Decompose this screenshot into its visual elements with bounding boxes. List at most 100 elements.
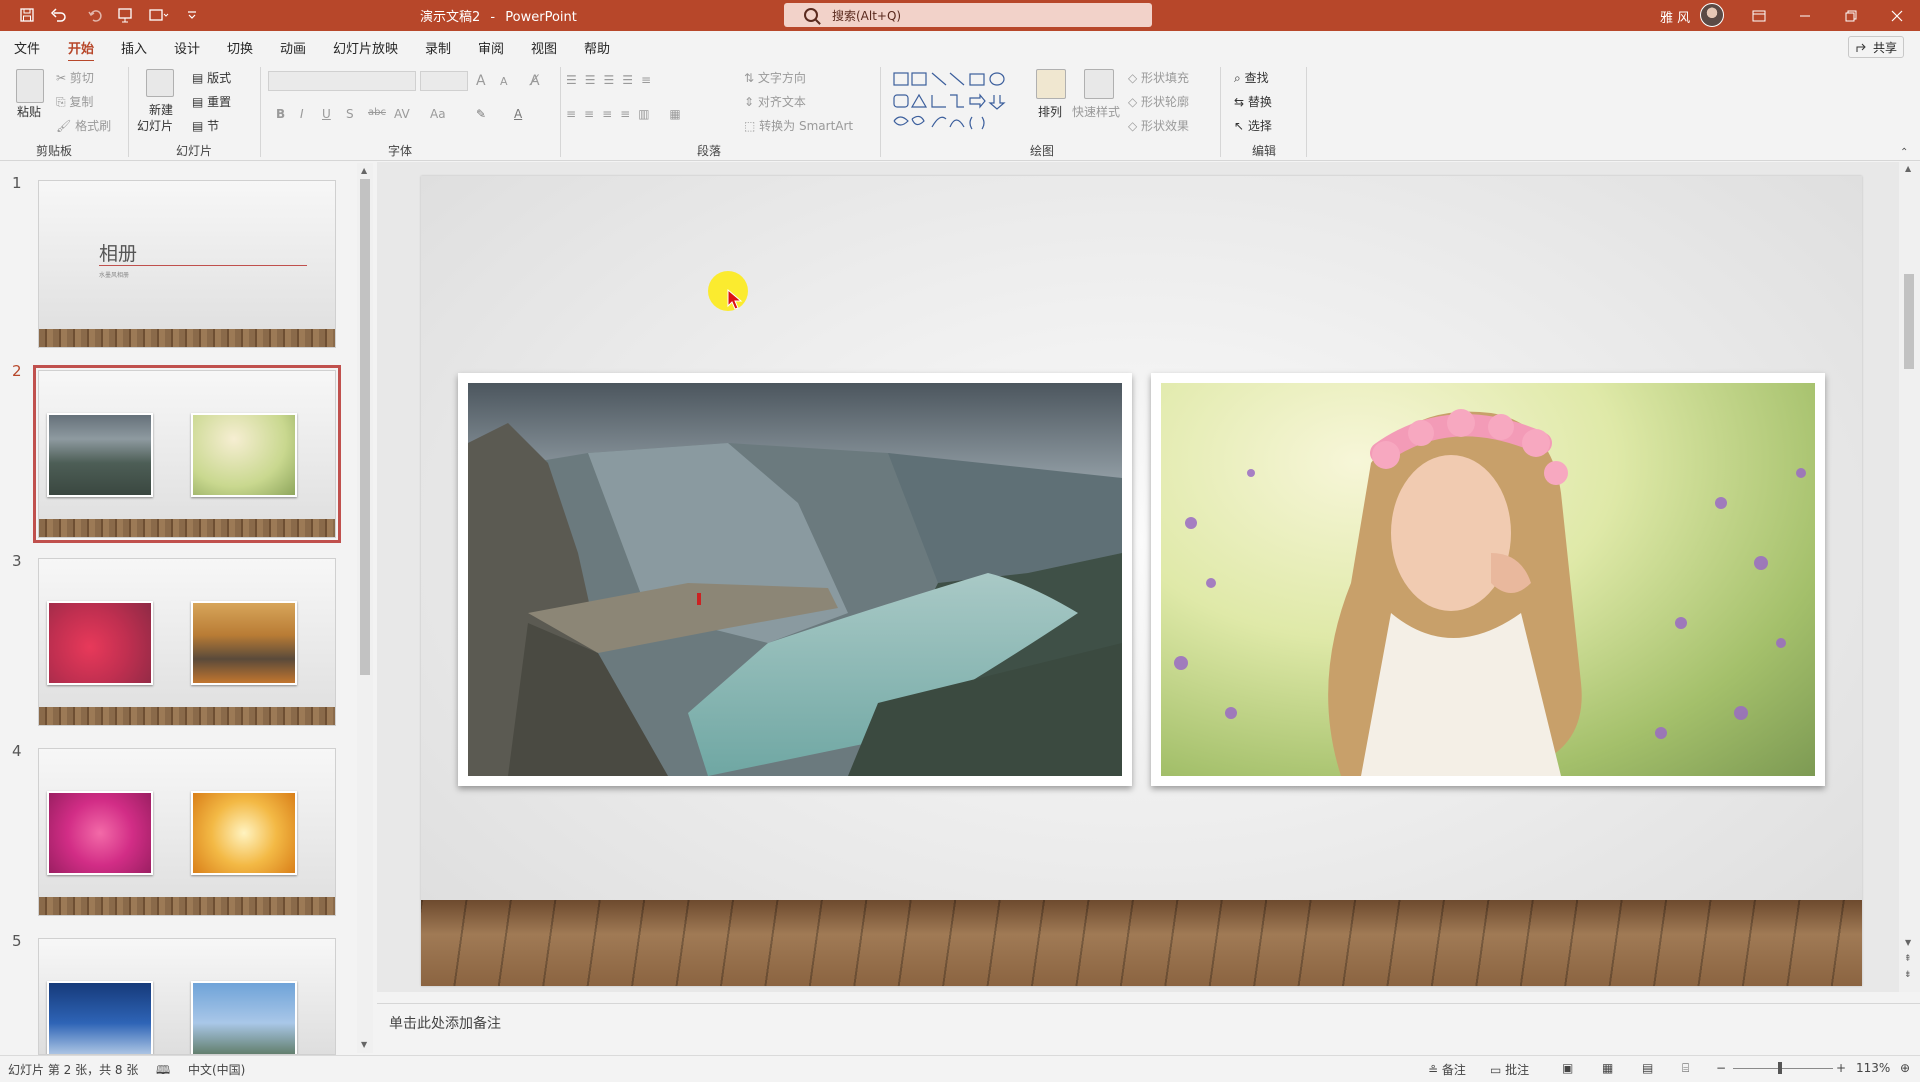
tab-record[interactable]: 录制 xyxy=(425,38,451,57)
text-direction-button[interactable]: ⇅ 文字方向 xyxy=(744,69,806,86)
cut-button[interactable]: ✂ 剪切 xyxy=(56,69,94,86)
collapse-ribbon-icon[interactable]: ⌃ xyxy=(1900,147,1908,158)
font-size-select[interactable] xyxy=(420,71,468,91)
new-slide-icon[interactable] xyxy=(146,69,174,97)
change-case-button[interactable]: Aa xyxy=(430,107,446,121)
font-color-icon[interactable]: A xyxy=(514,107,522,121)
slide-thumbnail-5[interactable] xyxy=(38,938,336,1055)
list-buttons[interactable]: ☰☰☰☰≡ xyxy=(566,73,659,87)
highlight-color-icon[interactable]: ✎ xyxy=(476,107,486,121)
ribbon-display-options-icon[interactable] xyxy=(1736,0,1782,31)
current-slide[interactable] xyxy=(421,176,1862,986)
photo-cliff[interactable] xyxy=(468,383,1122,776)
text-shadow-button[interactable]: S xyxy=(346,107,354,121)
tab-transitions[interactable]: 切换 xyxy=(227,38,253,57)
customize-toolbar-icon[interactable] xyxy=(182,4,202,26)
shape-effects-button[interactable]: ◇ 形状效果 xyxy=(1128,117,1189,134)
tab-file[interactable]: 文件 xyxy=(14,38,40,57)
shapes-gallery[interactable] xyxy=(890,69,1028,135)
restore-icon[interactable] xyxy=(1828,0,1874,31)
fit-to-window-icon[interactable]: ⊕ xyxy=(1900,1061,1910,1075)
align-text-button[interactable]: ⇕ 对齐文本 xyxy=(744,93,806,110)
spell-check-icon[interactable]: 🕮 xyxy=(156,1061,170,1082)
save-icon[interactable] xyxy=(14,4,40,26)
avatar[interactable] xyxy=(1700,3,1724,27)
tab-design[interactable]: 设计 xyxy=(174,38,200,57)
tab-slideshow[interactable]: 幻灯片放映 xyxy=(333,38,398,57)
next-slide-icon[interactable]: ⇟ xyxy=(1904,970,1912,980)
language-indicator[interactable]: 中文(中国) xyxy=(188,1061,245,1078)
touch-mode-icon[interactable] xyxy=(142,4,176,26)
photo-girl-flowers[interactable] xyxy=(1161,383,1815,776)
slide-thumbnail-3[interactable] xyxy=(38,558,336,726)
comments-button[interactable]: ▭ 批注 xyxy=(1490,1061,1529,1078)
scroll-up-icon[interactable]: ▲ xyxy=(361,166,367,175)
character-spacing-button[interactable]: AV xyxy=(394,107,410,121)
minimize-icon[interactable] xyxy=(1782,0,1828,31)
reading-view-icon[interactable]: ▤ xyxy=(1642,1061,1653,1075)
section-button[interactable]: ▤ 节 xyxy=(192,117,219,134)
slideshow-view-icon[interactable]: ⌸ xyxy=(1682,1061,1689,1076)
copy-button[interactable]: ⎘ 复制 xyxy=(56,93,93,110)
italic-button[interactable]: I xyxy=(300,107,304,121)
search-input[interactable]: 搜索(Alt+Q) xyxy=(784,3,1152,27)
redo-icon[interactable] xyxy=(82,4,108,26)
present-from-start-icon[interactable] xyxy=(112,4,138,26)
thumbnail-scrollbar[interactable]: ▲ ▼ xyxy=(357,163,373,1053)
arrange-icon[interactable] xyxy=(1036,69,1066,99)
tab-animations[interactable]: 动画 xyxy=(280,38,306,57)
zoom-out-icon[interactable]: − xyxy=(1716,1061,1726,1075)
notes-pane[interactable]: 单击此处添加备注 xyxy=(377,1003,1920,1055)
format-painter-button[interactable]: 🖌 格式刷 xyxy=(56,117,111,134)
new-slide-button[interactable]: 新建 xyxy=(149,101,173,118)
paste-icon[interactable] xyxy=(16,69,44,103)
find-button[interactable]: ⌕ 查找 xyxy=(1234,69,1269,86)
user-name[interactable]: 雅 风 xyxy=(1660,7,1690,26)
alignment-buttons[interactable]: ≡≡≡≡▥ ▦ xyxy=(566,107,689,121)
tab-home[interactable]: 开始 xyxy=(68,38,95,63)
shape-fill-button[interactable]: ◇ 形状填充 xyxy=(1128,69,1189,86)
zoom-in-icon[interactable]: + xyxy=(1836,1061,1846,1075)
scroll-down-icon[interactable]: ▼ xyxy=(361,1040,367,1049)
underline-button[interactable]: U xyxy=(322,107,331,121)
zoom-level[interactable]: 113% xyxy=(1856,1061,1890,1075)
grow-font-button[interactable]: A xyxy=(476,73,486,89)
scroll-down-icon[interactable]: ▼ xyxy=(1905,938,1911,947)
tab-insert[interactable]: 插入 xyxy=(121,38,147,57)
tab-help[interactable]: 帮助 xyxy=(584,38,610,57)
replace-button[interactable]: ⇆ 替换 xyxy=(1234,93,1272,110)
reset-button[interactable]: ▤ 重置 xyxy=(192,93,231,110)
previous-slide-icon[interactable]: ⇞ xyxy=(1904,954,1912,964)
tab-view[interactable]: 视图 xyxy=(531,38,557,57)
scroll-up-icon[interactable]: ▲ xyxy=(1905,164,1911,173)
arrange-button[interactable]: 排列 xyxy=(1038,103,1062,120)
slide-sorter-icon[interactable]: ▦ xyxy=(1602,1061,1613,1075)
quick-styles-icon[interactable] xyxy=(1084,69,1114,99)
zoom-slider[interactable] xyxy=(1733,1068,1833,1069)
editor-scrollbar[interactable]: ▲ ▼ ⇞ ⇟ xyxy=(1899,162,1920,992)
smartart-button[interactable]: ⬚ 转换为 SmartArt xyxy=(744,117,853,134)
bold-button[interactable]: B xyxy=(276,107,285,121)
normal-view-icon[interactable]: ▣ xyxy=(1562,1061,1573,1075)
notes-button[interactable]: ≗ 备注 xyxy=(1428,1061,1466,1078)
zoom-slider-knob[interactable] xyxy=(1778,1062,1782,1074)
slide-thumbnail-4[interactable] xyxy=(38,748,336,916)
paste-button[interactable]: 粘贴 xyxy=(17,103,41,120)
shape-outline-button[interactable]: ◇ 形状轮廓 xyxy=(1128,93,1189,110)
scrollbar-thumb[interactable] xyxy=(360,179,370,675)
font-name-select[interactable] xyxy=(268,71,416,91)
select-button[interactable]: ↖ 选择 xyxy=(1234,117,1272,134)
layout-button[interactable]: ▤ 版式 xyxy=(192,69,231,86)
photo-frame-right[interactable] xyxy=(1151,373,1825,786)
share-button[interactable]: 共享 xyxy=(1848,36,1904,58)
close-icon[interactable] xyxy=(1874,0,1920,31)
shrink-font-button[interactable]: A xyxy=(500,75,508,88)
slide-thumbnail-2[interactable] xyxy=(33,365,341,543)
strikethrough-button[interactable]: abc xyxy=(368,107,386,118)
notes-placeholder[interactable]: 单击此处添加备注 xyxy=(389,1013,501,1033)
clear-format-icon[interactable]: A̸ xyxy=(530,73,540,89)
quick-styles-button[interactable]: 快速样式 xyxy=(1072,103,1120,120)
undo-icon[interactable] xyxy=(44,4,74,26)
photo-frame-left[interactable] xyxy=(458,373,1132,786)
slide-thumbnail-1[interactable]: 相册 水墨风相册 xyxy=(38,180,336,348)
